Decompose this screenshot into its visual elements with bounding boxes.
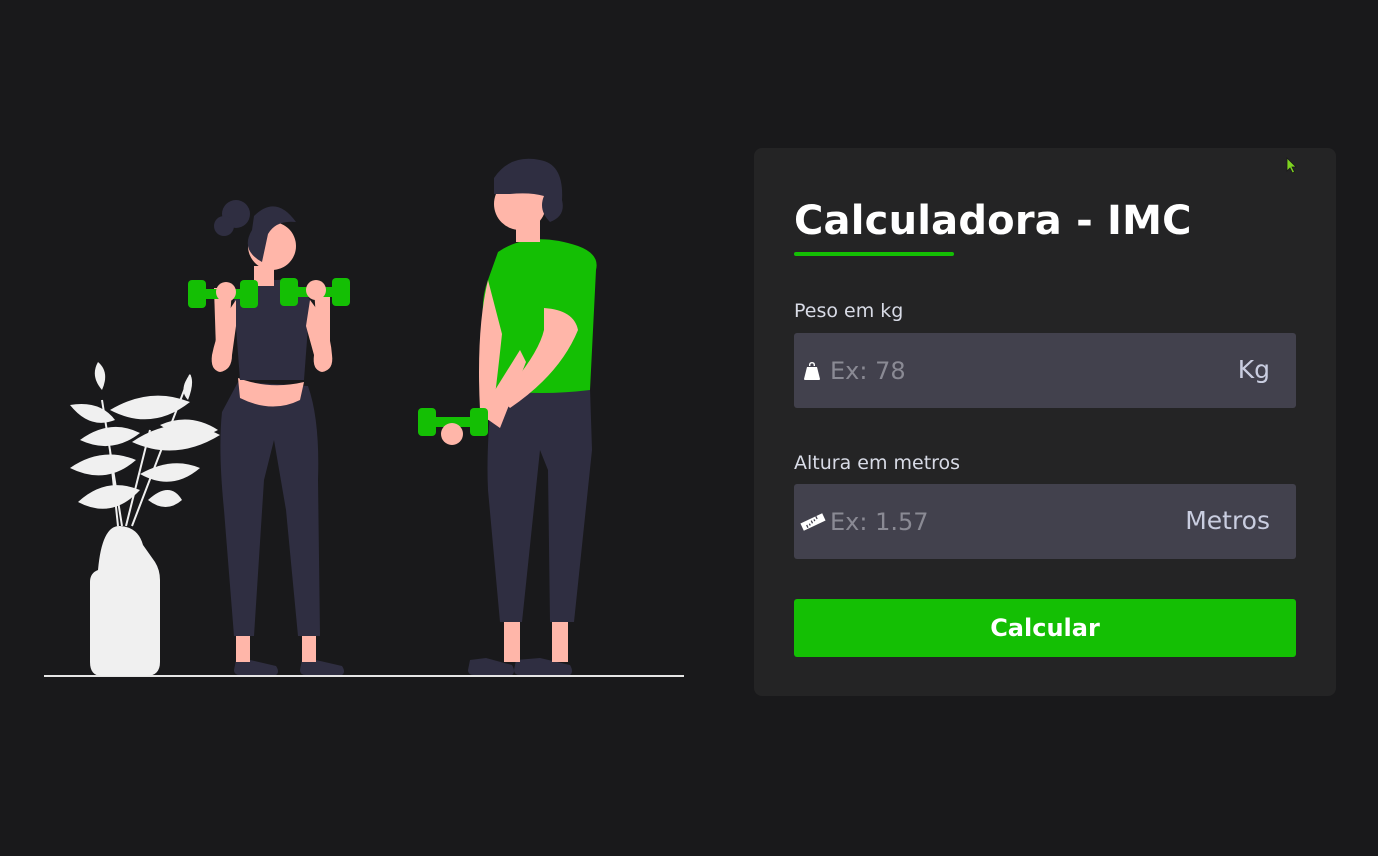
- man-figure: [418, 158, 597, 675]
- height-unit: Metros: [1185, 506, 1270, 535]
- height-field[interactable]: Metros: [794, 484, 1296, 559]
- plant: [70, 362, 220, 676]
- title-underline: [794, 252, 954, 256]
- height-label: Altura em metros: [794, 452, 961, 474]
- weight-unit: Kg: [1237, 355, 1270, 384]
- bmi-calculator-card: Calculadora - IMC Peso em kg Kg Altura e…: [754, 148, 1336, 696]
- workout-illustration: [40, 150, 690, 690]
- mouse-cursor-icon: [1286, 157, 1298, 175]
- calculate-button[interactable]: Calcular: [794, 599, 1296, 657]
- height-input[interactable]: [830, 484, 1190, 559]
- ruler-icon: [800, 510, 826, 534]
- weight-input[interactable]: [830, 333, 1190, 408]
- weight-field[interactable]: Kg: [794, 333, 1296, 408]
- weight-label: Peso em kg: [794, 300, 904, 322]
- page-title: Calculadora - IMC: [794, 198, 1192, 244]
- weight-icon: [800, 359, 824, 383]
